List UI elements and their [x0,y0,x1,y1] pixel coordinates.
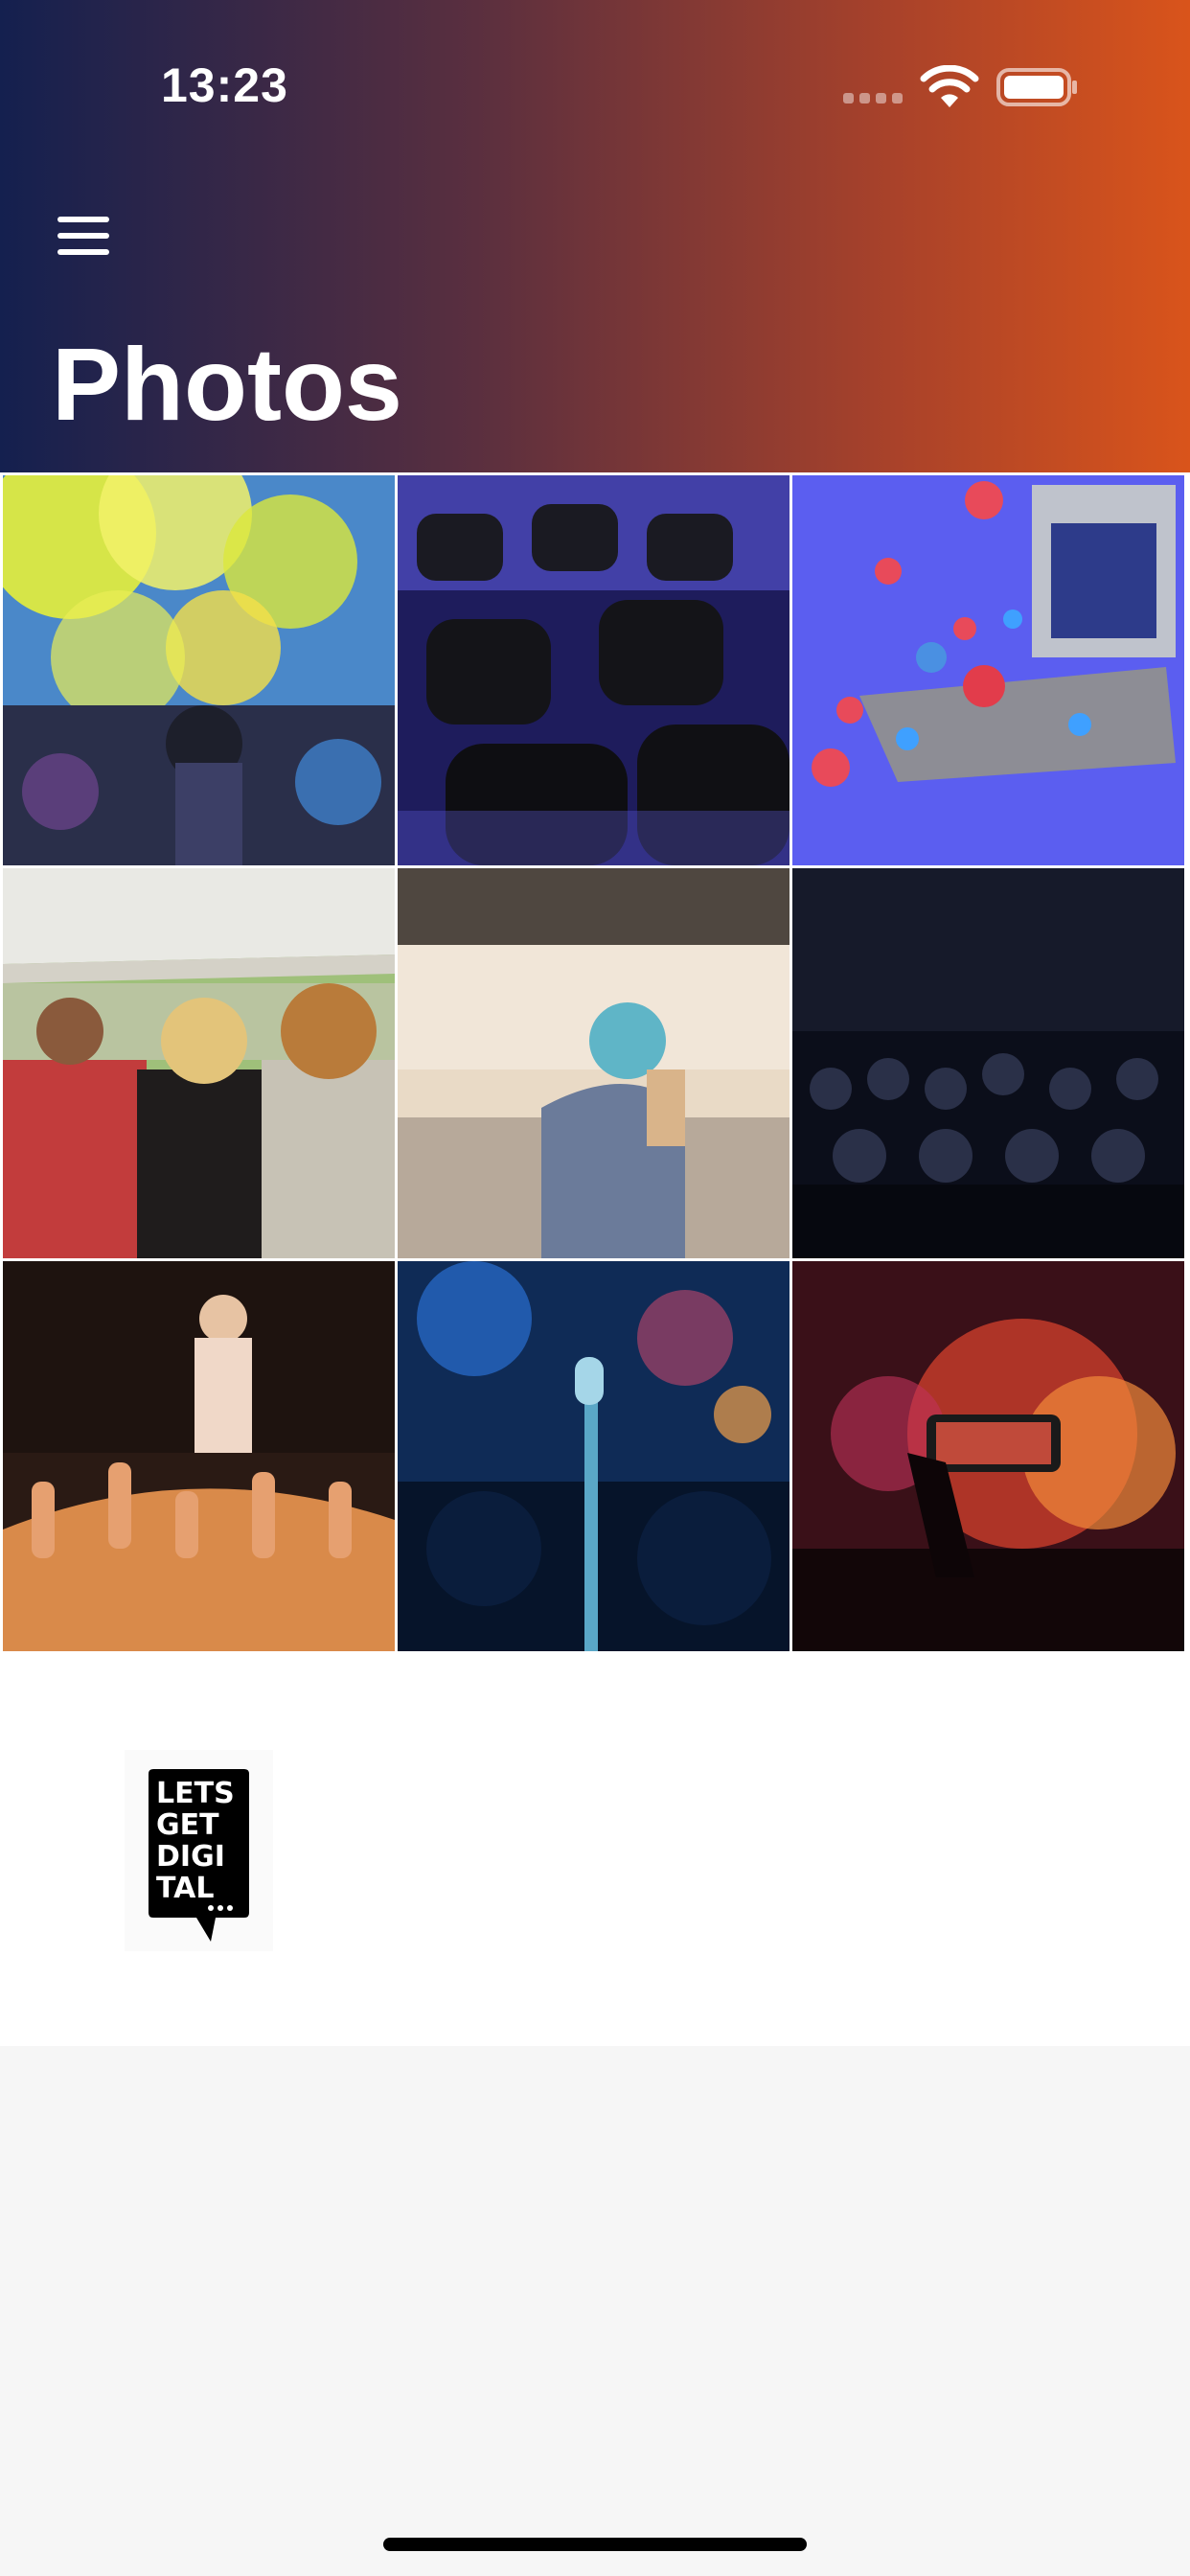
photo-thumbnail[interactable] [792,868,1184,1258]
photo-thumbnail[interactable] [3,475,395,865]
photo-thumbnail[interactable] [398,1261,790,1651]
logo-line-2: GET [156,1808,219,1842]
wifi-icon [920,65,979,107]
photo-thumbnail[interactable] [792,1261,1184,1651]
logo-line-1: LETS [156,1777,235,1810]
photo-thumbnail[interactable] [3,1261,395,1651]
signal-dots-icon [843,93,903,104]
photo-grid [0,472,1190,1653]
battery-icon [996,68,1077,106]
hamburger-menu-icon[interactable] [57,217,109,255]
app-header: 13:23 Photos [0,0,1190,472]
logo-line-3: DIGI [156,1840,225,1874]
lets-get-digital-logo: LETS GET DIGI TAL [125,1750,273,1951]
page-title: Photos [52,326,402,442]
photo-thumbnail[interactable] [398,475,790,865]
photo-thumbnail[interactable] [792,475,1184,865]
logo-line-4: TAL [156,1872,214,1905]
status-time: 13:23 [161,58,288,112]
photo-thumbnail[interactable] [3,868,395,1258]
photo-thumbnail[interactable] [398,868,790,1258]
photo-gallery: LETS GET DIGI TAL [0,472,1190,2046]
home-indicator[interactable] [383,2538,807,2551]
